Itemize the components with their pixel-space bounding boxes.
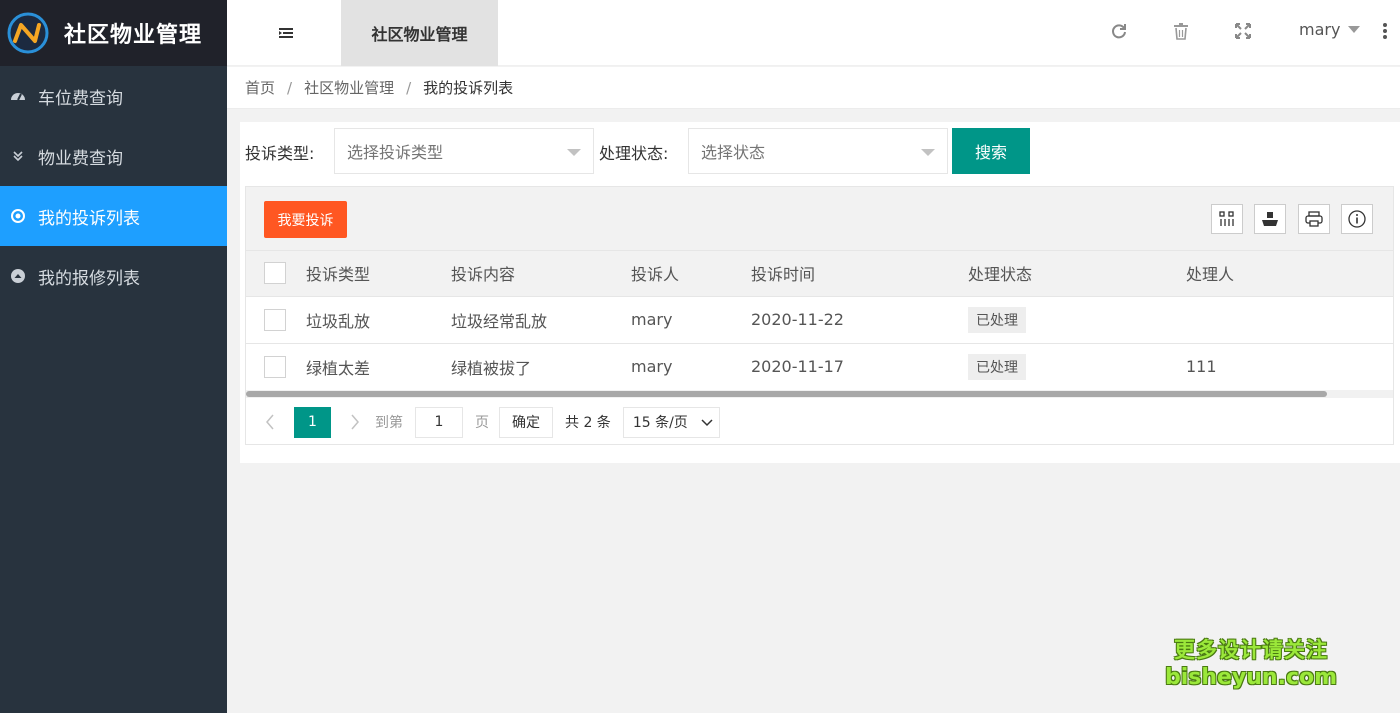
watermark-line1: 更多设计请关注 — [1174, 638, 1328, 662]
cell-handler — [1186, 296, 1393, 343]
cell-type: 垃圾乱放 — [306, 311, 371, 331]
breadcrumb-separator: / — [406, 78, 412, 97]
dropdown-arrow-icon — [567, 149, 581, 156]
main-card: 投诉类型: 选择投诉类型 处理状态: 选择状态 搜索 我要投诉 投诉类型 投诉内… — [240, 122, 1400, 463]
user-menu[interactable]: mary — [1299, 20, 1361, 39]
column-header[interactable]: 投诉人 — [631, 251, 751, 296]
trash-icon[interactable] — [1171, 21, 1191, 41]
status-badge: 已处理 — [968, 353, 1026, 380]
watermark: 更多设计请关注 bisheyun.com — [1160, 636, 1342, 692]
username: mary — [1299, 20, 1341, 39]
breadcrumb: 首页 / 社区物业管理 / 我的投诉列表 — [227, 67, 1400, 109]
table-header-row: 投诉类型 投诉内容 投诉人 投诉时间 处理状态 处理人 — [246, 251, 1393, 296]
cell-time: 2020-11-17 — [751, 357, 844, 377]
status-badge: 已处理 — [968, 306, 1026, 333]
breadcrumb-separator: / — [287, 78, 293, 97]
radio-circle-icon — [10, 208, 26, 224]
cell-content: 垃圾经常乱放 — [451, 311, 548, 331]
top-header: 社区物业管理 mary — [227, 0, 1400, 66]
sidebar-item-my-repairs[interactable]: 我的报修列表 — [0, 246, 227, 306]
breadcrumb-community[interactable]: 社区物业管理 — [304, 77, 394, 98]
fullscreen-icon[interactable] — [1233, 21, 1253, 41]
breadcrumb-current: 我的投诉列表 — [423, 79, 514, 97]
column-header[interactable]: 处理人 — [1186, 251, 1393, 296]
select-all-checkbox[interactable] — [264, 262, 286, 285]
breadcrumb-home[interactable]: 首页 — [245, 77, 275, 98]
cell-type: 绿植太差 — [306, 358, 371, 378]
complaint-type-placeholder: 选择投诉类型 — [347, 143, 444, 162]
complaint-type-label: 投诉类型: — [245, 144, 315, 163]
sidebar-item-label: 车位费查询 — [38, 88, 123, 109]
column-header[interactable]: 处理状态 — [968, 251, 1186, 296]
dashboard-icon — [10, 88, 26, 104]
column-header[interactable]: 投诉类型 — [306, 251, 451, 296]
goto-page-input[interactable] — [415, 406, 463, 438]
pagination: 1 到第 页 确定 共 2 条 15 条/页 — [246, 398, 1393, 444]
refresh-icon[interactable] — [1109, 21, 1129, 41]
app-title: 社区物业管理 — [64, 23, 203, 48]
sidebar-item-label: 我的报修列表 — [38, 268, 140, 289]
new-complaint-button[interactable]: 我要投诉 — [264, 201, 347, 238]
info-icon[interactable] — [1341, 204, 1373, 234]
column-header[interactable]: 投诉时间 — [751, 251, 968, 296]
cell-person: mary — [631, 357, 673, 377]
row-checkbox[interactable] — [264, 308, 286, 331]
dropdown-arrow-icon — [921, 149, 935, 156]
sidebar-item-parking-fee[interactable]: 车位费查询 — [0, 66, 227, 126]
menu-toggle-icon[interactable] — [275, 22, 297, 44]
goto-confirm-button[interactable]: 确定 — [499, 406, 553, 438]
print-icon[interactable] — [1298, 204, 1330, 234]
caret-down-icon — [1348, 26, 1361, 33]
table-row[interactable]: 绿植太差 绿植被拔了 mary 2020-11-17 已处理 111 — [246, 343, 1393, 390]
next-page-icon[interactable] — [345, 412, 365, 432]
prev-page-icon[interactable] — [260, 412, 280, 432]
goto-label: 到第 — [375, 415, 403, 431]
page-size-value: 15 条/页 — [632, 415, 688, 431]
sidebar: 社区物业管理 车位费查询 物业费查询 我的投诉列表 我的报修列表 — [0, 0, 227, 713]
watermark-line2: bisheyun.com — [1164, 665, 1338, 690]
logo: 社区物业管理 — [0, 0, 227, 66]
page-size-select[interactable]: 15 条/页 — [622, 406, 720, 438]
chevron-double-down-icon — [10, 148, 26, 164]
logo-mark-icon — [7, 12, 49, 54]
page-unit-label: 页 — [475, 415, 489, 431]
cell-person: mary — [631, 310, 673, 329]
cell-content: 绿植被拔了 — [451, 358, 532, 378]
columns-filter-icon[interactable] — [1211, 204, 1243, 234]
complaint-table-container: 我要投诉 投诉类型 投诉内容 投诉人 投诉时间 处理状态 处理人 垃圾乱放 垃圾… — [245, 186, 1394, 445]
export-icon[interactable] — [1254, 204, 1286, 234]
row-checkbox[interactable] — [264, 355, 286, 378]
table-row[interactable]: 垃圾乱放 垃圾经常乱放 mary 2020-11-22 已处理 — [246, 296, 1393, 343]
sidebar-item-label: 我的投诉列表 — [38, 208, 140, 229]
sidebar-item-my-complaints[interactable]: 我的投诉列表 — [0, 186, 227, 246]
tab-community-management[interactable]: 社区物业管理 — [341, 0, 498, 66]
complaint-type-select[interactable]: 选择投诉类型 — [334, 128, 594, 174]
table-toolbar: 我要投诉 — [246, 187, 1393, 251]
horizontal-scrollbar[interactable] — [246, 390, 1393, 398]
search-button[interactable]: 搜索 — [952, 128, 1030, 174]
complaint-table: 投诉类型 投诉内容 投诉人 投诉时间 处理状态 处理人 垃圾乱放 垃圾经常乱放 … — [246, 251, 1393, 390]
column-header[interactable]: 投诉内容 — [451, 251, 631, 296]
status-label: 处理状态: — [599, 144, 669, 163]
page-number-current[interactable]: 1 — [294, 406, 331, 438]
sidebar-item-property-fee[interactable]: 物业费查询 — [0, 126, 227, 186]
up-circle-icon — [10, 268, 26, 284]
cell-handler: 111 — [1186, 357, 1217, 377]
more-vertical-icon[interactable] — [1380, 21, 1390, 41]
status-placeholder: 选择状态 — [701, 143, 766, 162]
chevron-down-icon — [701, 418, 713, 426]
cell-time: 2020-11-22 — [751, 310, 844, 329]
sidebar-item-label: 物业费查询 — [38, 148, 123, 169]
total-count: 共 2 条 — [565, 415, 611, 431]
status-select[interactable]: 选择状态 — [688, 128, 948, 174]
filter-bar: 投诉类型: 选择投诉类型 处理状态: 选择状态 搜索 — [240, 128, 1400, 174]
scrollbar-thumb[interactable] — [246, 391, 1327, 397]
